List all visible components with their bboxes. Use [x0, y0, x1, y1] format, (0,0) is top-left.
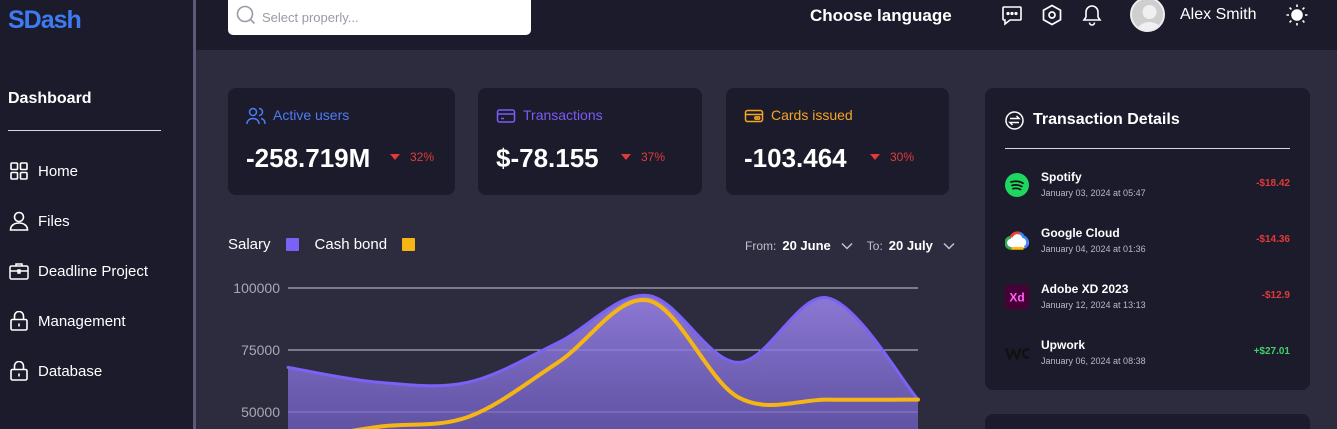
- transaction-name: Spotify: [1041, 170, 1082, 184]
- to-label: To:: [866, 238, 883, 253]
- transaction-date: January 03, 2024 at 05:47: [1041, 188, 1146, 198]
- sidebar-item-deadline-project[interactable]: Deadline Project: [8, 246, 183, 296]
- stat-title: Cards issued: [771, 107, 853, 123]
- transaction-row[interactable]: Upwork January 06, 2024 at 08:38 +$27.01: [1005, 338, 1290, 378]
- user-name[interactable]: Alex Smith: [1180, 6, 1256, 24]
- chevron-down-icon[interactable]: [841, 239, 853, 253]
- stat-delta: 32%: [390, 150, 434, 164]
- from-label: From:: [745, 238, 777, 253]
- legend-swatch[interactable]: [402, 238, 416, 251]
- transaction-amount: -$18.42: [1256, 178, 1290, 189]
- stat-delta: 30%: [870, 150, 914, 164]
- sidebar-item-management[interactable]: Management: [8, 296, 183, 346]
- topbar: Choose language Alex Smith: [196, 0, 1337, 50]
- wallet-icon: [744, 106, 764, 126]
- legend-label: Cash bond: [314, 236, 388, 253]
- area-chart: 100000 75000 50000: [233, 280, 920, 429]
- stat-title: Active users: [273, 107, 350, 123]
- stat-value: -258.719M: [246, 143, 371, 173]
- adobe-xd-icon: Xd: [1005, 285, 1029, 309]
- transaction-row[interactable]: Google Cloud January 04, 2024 at 01:36 -…: [1005, 226, 1290, 266]
- down-arrow-icon: [390, 154, 400, 160]
- search-input[interactable]: [262, 10, 522, 25]
- to-date[interactable]: 20 July: [889, 238, 933, 253]
- app-logo[interactable]: SDash: [8, 6, 82, 35]
- sidebar-item-label: Database: [38, 362, 103, 380]
- search-icon: [236, 5, 256, 30]
- stat-value: $-78.155: [496, 143, 599, 173]
- transaction-name: Upwork: [1041, 338, 1086, 352]
- search-box[interactable]: [228, 0, 531, 35]
- upwork-icon: [1005, 341, 1029, 365]
- down-arrow-icon: [870, 154, 880, 160]
- stat-value: -103.464: [744, 143, 847, 173]
- users-icon: [246, 106, 266, 126]
- svg-text:Xd: Xd: [1009, 291, 1024, 305]
- stat-card-transactions: Transactions $-78.155 37%: [478, 88, 702, 195]
- down-arrow-icon: [621, 154, 631, 160]
- sidebar-item-database[interactable]: Database: [8, 346, 183, 396]
- transaction-name: Adobe XD 2023: [1041, 282, 1129, 296]
- sidebar-nav: Home Files Deadline Project Management D…: [8, 146, 183, 396]
- sun-icon[interactable]: [1286, 4, 1308, 26]
- legend-label: Salary: [228, 236, 271, 253]
- stat-delta: 37%: [621, 150, 665, 164]
- stat-card-active-users: Active users -258.719M 32%: [228, 88, 455, 195]
- transaction-date: January 12, 2024 at 13:13: [1041, 300, 1146, 310]
- sidebar-heading: Dashboard: [8, 90, 92, 107]
- secondary-panel: [985, 414, 1310, 429]
- transaction-amount: -$14.36: [1256, 234, 1290, 245]
- legend-swatch[interactable]: [285, 238, 299, 251]
- panel-title: Transaction Details: [1033, 111, 1180, 128]
- y-tick-label: 50000: [241, 404, 280, 420]
- from-date[interactable]: 20 June: [782, 238, 830, 253]
- transaction-amount: +$27.01: [1253, 346, 1290, 357]
- transaction-row[interactable]: Xd Adobe XD 2023 January 12, 2024 at 13:…: [1005, 282, 1290, 322]
- sidebar-item-home[interactable]: Home: [8, 146, 183, 196]
- sidebar-item-label: Files: [38, 212, 70, 230]
- exchange-icon: [1005, 111, 1024, 135]
- chevron-down-icon[interactable]: [943, 239, 955, 253]
- transaction-date: January 04, 2024 at 01:36: [1041, 244, 1146, 254]
- lock-icon: [8, 360, 30, 382]
- sidebar-item-label: Deadline Project: [38, 262, 149, 280]
- sidebar: SDash Dashboard Home Files Deadline Proj…: [0, 0, 193, 429]
- lock-icon: [8, 310, 30, 332]
- spotify-icon: [1005, 173, 1029, 197]
- salary-area: [288, 295, 918, 429]
- transaction-row[interactable]: Spotify January 03, 2024 at 05:47 -$18.4…: [1005, 170, 1290, 210]
- settings-icon[interactable]: [1041, 4, 1063, 26]
- stat-title: Transactions: [523, 107, 603, 123]
- grid-icon: [8, 160, 30, 182]
- briefcase-icon: [8, 260, 30, 282]
- sidebar-item-label: Home: [38, 162, 79, 180]
- google-cloud-icon: [1005, 229, 1029, 253]
- transaction-amount: -$12.9: [1261, 290, 1290, 301]
- transaction-name: Google Cloud: [1041, 226, 1120, 240]
- stat-card-cards-issued: Cards issued -103.464 30%: [726, 88, 949, 195]
- panel-divider: [1005, 148, 1290, 149]
- bell-icon[interactable]: [1081, 4, 1103, 26]
- chat-icon[interactable]: [1001, 4, 1023, 26]
- user-icon: [8, 210, 30, 232]
- transaction-date: January 06, 2024 at 08:38: [1041, 356, 1146, 366]
- avatar[interactable]: [1130, 0, 1165, 32]
- sidebar-divider: [8, 130, 161, 131]
- y-tick-label: 75000: [241, 342, 280, 358]
- language-selector[interactable]: Choose language: [810, 6, 952, 26]
- y-tick-label: 100000: [233, 280, 280, 296]
- date-range: From: 20 June To: 20 July: [745, 238, 969, 253]
- transaction-details-panel: Transaction Details Spotify January 03, …: [985, 88, 1310, 390]
- card-icon: [496, 106, 516, 126]
- chart-legend: Salary Cash bond: [228, 236, 437, 253]
- sidebar-item-label: Management: [38, 312, 126, 330]
- sidebar-item-files[interactable]: Files: [8, 196, 183, 246]
